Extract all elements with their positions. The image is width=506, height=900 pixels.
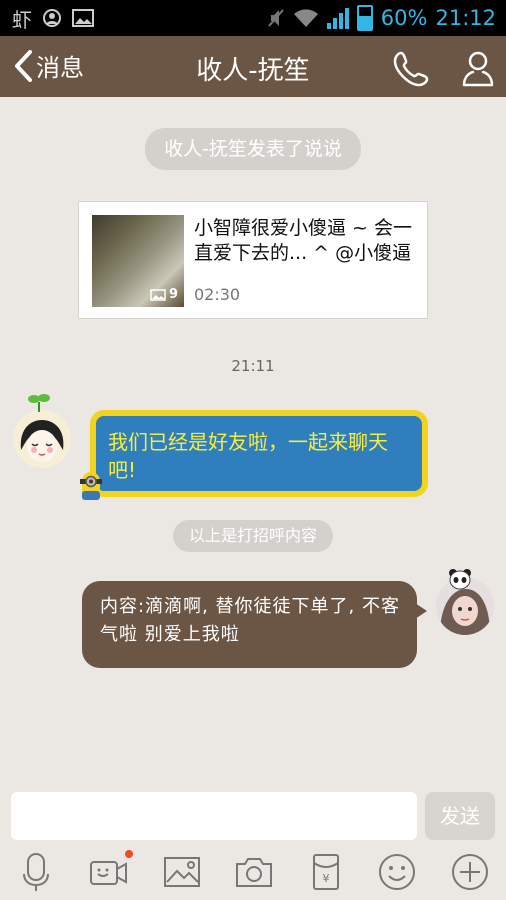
message-input[interactable] [11,792,417,840]
avatar-illustration [13,410,71,468]
phone-icon[interactable] [392,48,432,88]
photo-button[interactable] [162,852,202,892]
post-thumbnail[interactable]: 9 [92,215,184,307]
title-bar: 消息 收人-抚笙 [0,36,506,97]
battery-icon [356,5,373,31]
camera-button[interactable] [234,852,274,892]
video-icon [90,861,127,885]
notification-dot [125,850,133,858]
signal-icon [326,7,349,29]
sent-message-bubble[interactable]: 内容:滴滴啊, 替你徒徒下单了, 不客气啦 别爱上我啦 [82,581,427,668]
emoji-button[interactable] [377,852,417,892]
mute-icon [268,9,284,27]
battery-level: 60% [380,6,428,30]
emoji-icon [379,854,415,890]
app-notification-icon: 虾 [12,7,32,32]
post-text: 小智障很爱小傻逼 ~ 会一直爱下去的... ^ @小傻逼 [194,217,412,264]
wifi-icon [293,9,318,27]
more-button[interactable] [450,852,490,892]
clock: 21:12 [435,6,496,30]
received-message-bubble[interactable]: 我们已经是好友啦，一起来聊天吧! [90,410,428,497]
image-count-badge: 9 [150,287,178,302]
system-notice: 收人-抚笙发表了说说 [145,128,361,170]
red-packet-icon: ¥ [313,854,339,890]
image-icon [150,288,166,301]
microphone-icon [23,853,49,891]
video-button[interactable] [89,852,129,892]
panda-sticker-icon [449,569,471,590]
input-toolbar: ¥ [0,848,506,900]
profile-icon[interactable] [458,48,498,88]
gallery-notification-icon [72,9,94,27]
send-button[interactable]: 发送 [425,792,495,840]
contact-avatar[interactable] [13,410,71,468]
plus-icon [452,854,488,890]
svg-text:¥: ¥ [323,872,330,885]
minion-icon [80,472,102,500]
status-bar: 虾 60% 21:12 [0,0,506,36]
post-time: 02:30 [194,285,241,304]
location-icon [43,9,61,27]
message-timestamp: 21:11 [231,357,275,375]
image-count: 9 [168,287,178,302]
voice-button[interactable] [16,852,56,892]
sprout-icon [28,394,50,412]
camera-icon [236,858,272,887]
red-packet-button[interactable]: ¥ [306,852,346,892]
shared-post-card[interactable]: 9 小智障很爱小傻逼 ~ 会一直爱下去的... ^ @小傻逼 02:30 [78,201,428,319]
greeting-notice: 以上是打招呼内容 [173,520,333,552]
image-icon [164,857,200,887]
